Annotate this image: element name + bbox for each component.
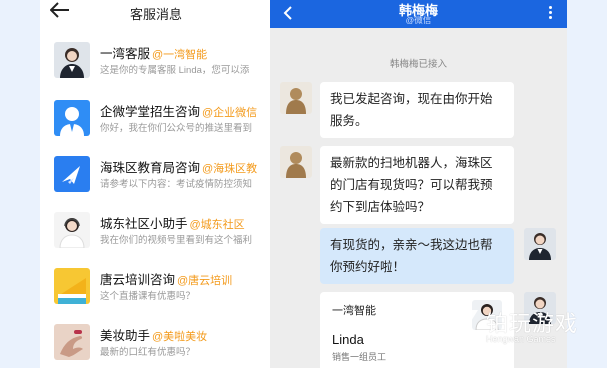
message-line: 有现货的，亲亲～我这边也帮 [330,238,493,252]
card-name: Linda [332,332,364,347]
list-item[interactable]: 美妆助手 @美啦美妆 最新的口红有优惠吗？ [40,320,272,368]
contact-tag: @唐云培训 [177,275,233,287]
person-headset-avatar [54,212,90,248]
chat-subtitle: @微信 [405,15,432,25]
message-line: 最新款的扫地机器人，海珠区 [330,156,493,170]
more-options-icon[interactable] [547,4,553,22]
list-item[interactable]: 城东社区小助手 @城东社区 我在你们的视频号里看到有这个福利 [40,208,272,264]
customer-avatar [280,146,312,178]
customer-avatar [280,82,312,114]
agent-message-bubble: 有现货的，亲亲～我这边也帮 你预约好啦！ [320,228,514,284]
chat-header: 韩梅梅 @微信 [270,0,567,28]
yellow-book-avatar [54,268,90,304]
message-line: 约下到店体验吗？ [330,200,431,214]
contact-name: 唐云培训咨询 @唐云培训 [100,273,233,287]
contact-last-message: 请参考以下内容：考试疫情防控须知 [100,179,253,190]
card-role: 销售一组员工 [332,352,387,362]
list-item[interactable]: 海珠区教育局咨询 @海珠区教 请参考以下内容：考试疫情防控须知 [40,152,272,208]
list-item[interactable]: 唐云培训咨询 @唐云培训 这个直播课有优惠吗？ [40,264,272,320]
watermark: 铂玩游戏 Hengwan Games [438,300,607,368]
person-woman-suit-avatar [54,42,90,78]
system-notice: 韩梅梅已接入 [389,59,447,70]
message-bubble: 最新款的扫地机器人，海珠区 的门店有现货吗？可以帮我预 约下到店体验吗？ [320,146,514,224]
contact-tag: @企业微信 [202,107,258,119]
message-bubble: 我已发起咨询，现在由你开始 服务。 [320,82,514,138]
watermark-logo-icon [438,304,482,348]
contact-tag: @美啦美妆 [152,331,208,343]
contact-tag: @城东社区 [189,219,245,231]
list-item[interactable]: 一湾客服 @一湾智能 这是你的专属客服 Linda，您可以添 [40,38,272,94]
contact-name: 美妆助手 @美啦美妆 [100,329,208,343]
customer-service-list-panel: 客服消息 一湾客服 @一湾智能 这是你的专属客服 Linda，您可以添 企微学堂招… [40,0,272,368]
contact-last-message: 最新的口红有优惠吗？ [100,347,196,358]
person-silhouette-avatar [54,100,90,136]
paper-plane-avatar [54,156,90,192]
contact-name: 城东社区小助手 @城东社区 [100,217,245,231]
contact-last-message: 我在你们的视频号里看到有这个福利 [100,235,253,246]
hand-avatar [54,324,90,360]
contact-last-message: 你好，我在你们公众号的推送里看到 [100,123,253,134]
contact-name: 企微学堂招生咨询 @企业微信 [100,105,258,119]
list-item[interactable]: 企微学堂招生咨询 @企业微信 你好，我在你们公众号的推送里看到 [40,96,272,152]
contact-name: 一湾客服 @一湾智能 [100,47,208,61]
card-company: 一湾智能 [332,305,376,317]
page-title: 客服消息 [129,7,182,22]
contact-tag: @一湾智能 [152,49,208,61]
message-line: 的门店有现货吗？可以帮我预 [330,178,493,192]
message-line: 我已发起咨询，现在由你开始 [330,92,493,106]
list-header: 客服消息 [40,0,272,26]
contact-last-message: 这是你的专属客服 Linda，您可以添 [100,65,250,76]
message-line: 服务。 [330,114,368,128]
contact-name: 海珠区教育局咨询 @海珠区教 [100,161,258,175]
watermark-subtext: Hengwan Games [486,334,556,344]
contact-last-message: 这个直播课有优惠吗？ [100,291,196,302]
contact-tag: @海珠区教 [202,163,258,175]
agent-avatar [524,228,556,260]
message-line: 你预约好啦！ [330,260,406,274]
